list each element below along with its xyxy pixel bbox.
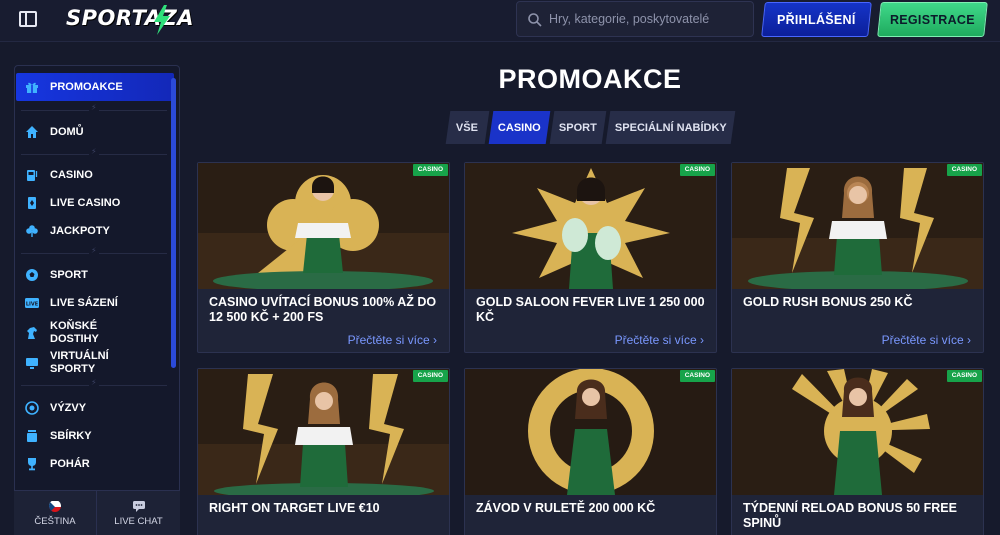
sidebar-item-label: DOMŮ	[50, 125, 84, 138]
login-button[interactable]: PŘIHLÁŠENÍ	[761, 2, 872, 37]
sidebar-item-label: VÝZVY	[50, 401, 87, 414]
football-icon	[26, 269, 38, 281]
promo-card[interactable]: CASINO TÝDENNÍ RELOAD BONUS 50 FREE SPIN…	[731, 368, 984, 535]
sidebar-item-konske-dostihy[interactable]: KOŇSKÉ DOSTIHY	[16, 319, 174, 347]
promo-card[interactable]: CASINO GOLD SALOON FEVER LIVE 1 250 000 …	[464, 162, 717, 353]
sidebar-item-label: SBÍRKY	[50, 429, 92, 442]
sidebar-item-label: KOŇSKÉ DOSTIHY	[50, 320, 99, 345]
logo[interactable]: SPORTAZA	[66, 6, 194, 36]
tab-label: CASINO	[498, 121, 541, 134]
promo-image	[465, 163, 716, 289]
sidebar-toggle-icon[interactable]	[19, 11, 37, 27]
category-badge: CASINO	[412, 164, 448, 176]
slot-machine-icon	[27, 170, 38, 181]
sidebar-divider	[21, 246, 167, 255]
promo-title: RIGHT ON TARGET LIVE €10	[209, 501, 380, 515]
promo-card[interactable]: CASINO CASINO UVÍTACÍ BONUS 100% AŽ DO 1…	[197, 162, 450, 353]
category-badge: CASINO	[412, 370, 448, 382]
search-input[interactable]	[549, 4, 749, 34]
sidebar-item-jackpoty[interactable]: JACKPOTY	[16, 217, 174, 245]
sidebar-item-domu[interactable]: DOMŮ	[16, 118, 174, 146]
live-icon: LIVE	[25, 298, 39, 308]
sidebar-item-live-casino[interactable]: LIVE CASINO	[16, 189, 174, 217]
category-badge: CASINO	[679, 164, 715, 176]
sidebar-divider	[21, 378, 167, 387]
sidebar-divider	[21, 147, 167, 156]
gift-icon	[26, 82, 38, 93]
sidebar-item-casino[interactable]: CASINO	[16, 161, 174, 189]
category-badge: CASINO	[679, 370, 715, 382]
sidebar-item-vyzvy[interactable]: VÝZVY	[16, 394, 174, 422]
search-icon	[528, 13, 542, 27]
register-button-label: REGISTRACE	[890, 12, 975, 27]
promo-title: GOLD SALOON FEVER LIVE 1 250 000 KČ	[476, 295, 705, 324]
read-more-link[interactable]: Přečtěte si více ›	[348, 333, 437, 347]
top-header: SPORTAZA PŘIHLÁŠENÍ REGISTRACE	[0, 0, 1000, 42]
svg-text:LIVE: LIVE	[26, 302, 39, 308]
sidebar-item-label: POHÁR	[50, 457, 90, 470]
sidebar-item-sport[interactable]: SPORT	[16, 261, 174, 289]
language-button[interactable]: ČEŠTINA	[14, 491, 97, 535]
read-more-link[interactable]: Přečtěte si více ›	[615, 333, 704, 347]
category-badge: CASINO	[946, 370, 982, 382]
card-icon	[28, 197, 36, 209]
sidebar-scrollbar[interactable]	[171, 78, 176, 368]
sidebar-divider	[21, 103, 167, 112]
category-badge: CASINO	[946, 164, 982, 176]
promo-image	[732, 369, 983, 495]
tab-specialni-nabidky[interactable]: SPECIÁLNÍ NABÍDKY	[605, 111, 736, 144]
sidebar-item-pohar[interactable]: POHÁR	[16, 450, 174, 478]
collection-icon	[27, 430, 37, 442]
sidebar-item-label: CASINO	[50, 168, 93, 181]
sidebar-footer: ČEŠTINA LIVE CHAT	[14, 490, 180, 535]
promo-title: ZÁVOD V RULETĚ 200 000 KČ	[476, 501, 656, 515]
live-chat-button[interactable]: LIVE CHAT	[97, 491, 180, 535]
czech-flag-icon	[49, 500, 61, 512]
sidebar-item-label: SPORT	[50, 268, 88, 281]
read-more-link[interactable]: Přečtěte si více ›	[882, 333, 971, 347]
promo-image	[198, 163, 449, 289]
tab-label: SPORT	[559, 121, 597, 134]
logo-bolt-icon	[154, 5, 170, 35]
chat-icon	[132, 501, 145, 512]
search-box[interactable]	[516, 1, 754, 37]
promo-image	[198, 369, 449, 495]
clover-icon	[26, 225, 38, 237]
promo-title: CASINO UVÍTACÍ BONUS 100% AŽ DO 12 500 K…	[209, 295, 437, 324]
sidebar-item-label: VIRTUÁLNÍ SPORTY	[50, 350, 109, 375]
login-button-label: PŘIHLÁŠENÍ	[777, 12, 856, 27]
sidebar-item-label: LIVE CASINO	[50, 196, 121, 209]
sidebar-item-sbirky[interactable]: SBÍRKY	[16, 422, 174, 450]
horse-icon	[27, 327, 37, 339]
sidebar-item-live-sazeni[interactable]: LIVE LIVE SÁZENÍ	[16, 289, 174, 317]
sidebar-item-label: JACKPOTY	[50, 224, 110, 237]
monitor-icon	[26, 358, 38, 369]
target-icon	[25, 401, 39, 415]
sidebar: PROMOAKCE DOMŮ CASINO LIVE CASINO JACKPO…	[14, 65, 180, 535]
live-chat-label: LIVE CHAT	[114, 516, 163, 527]
trophy-icon	[28, 458, 36, 471]
promo-image	[465, 369, 716, 495]
promo-card[interactable]: CASINO GOLD RUSH BONUS 250 KČ Přečtěte s…	[731, 162, 984, 353]
promo-title: TÝDENNÍ RELOAD BONUS 50 FREE SPINŮ	[743, 501, 957, 530]
home-icon	[26, 126, 38, 138]
tab-label: VŠE	[456, 121, 479, 134]
language-label: ČEŠTINA	[34, 516, 76, 527]
promo-card[interactable]: CASINO ZÁVOD V RULETĚ 200 000 KČ Přečtět…	[464, 368, 717, 535]
sidebar-item-label: LIVE SÁZENÍ	[50, 296, 118, 309]
tab-vse[interactable]: VŠE	[445, 111, 490, 144]
sidebar-item-virtualni-sporty[interactable]: VIRTUÁLNÍ SPORTY	[16, 349, 174, 377]
tab-casino[interactable]: CASINO	[488, 111, 551, 144]
tab-label: SPECIÁLNÍ NABÍDKY	[614, 121, 727, 134]
sidebar-item-label: PROMOAKCE	[50, 80, 123, 93]
register-button[interactable]: REGISTRACE	[877, 2, 988, 37]
promo-card[interactable]: CASINO RIGHT ON TARGET LIVE €10 Přečtěte…	[197, 368, 450, 535]
tab-sport[interactable]: SPORT	[549, 111, 607, 144]
sidebar-item-promoakce[interactable]: PROMOAKCE	[16, 73, 174, 101]
page-title: PROMOAKCE	[498, 64, 682, 94]
promo-image	[732, 163, 983, 289]
promo-title: GOLD RUSH BONUS 250 KČ	[743, 295, 913, 309]
